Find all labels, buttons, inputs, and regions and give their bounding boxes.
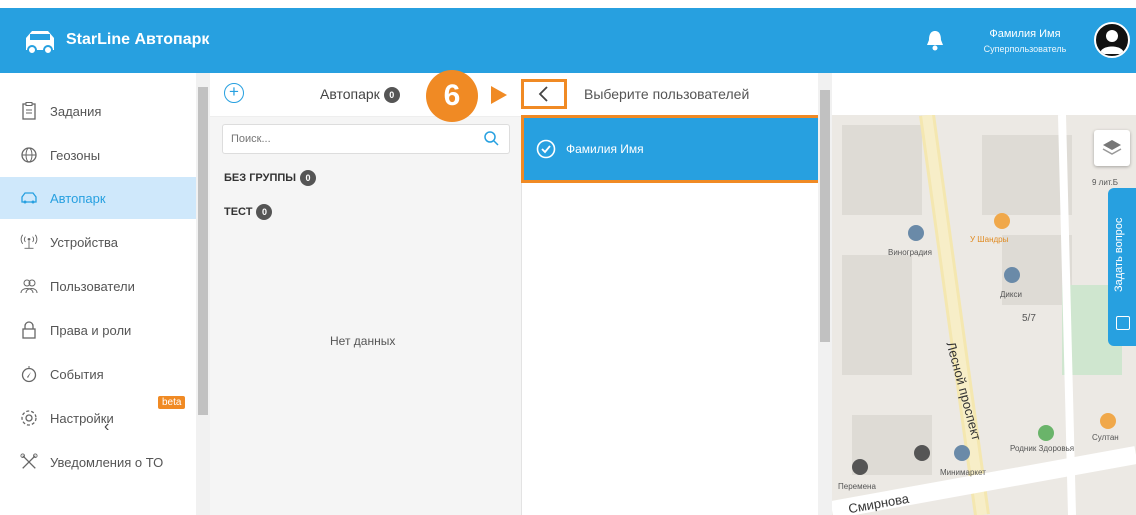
search-icon[interactable] (483, 130, 499, 146)
antenna-icon (20, 233, 38, 251)
tools-icon (20, 453, 38, 471)
users-panel-title: Выберите пользователей (584, 86, 750, 102)
avatar[interactable] (1094, 22, 1130, 58)
map-label: Султан (1092, 433, 1119, 442)
user-silhouette-icon (1100, 30, 1124, 54)
users-scroll-thumb[interactable] (820, 90, 830, 342)
group-row-no-group[interactable]: БЕЗ ГРУППЫ 0 (210, 165, 522, 191)
app-title[interactable]: StarLine Автопарк (66, 31, 209, 49)
expand-icon (1116, 316, 1130, 330)
group-row-test[interactable]: ТЕСТ 0 (210, 199, 522, 225)
sidebar-item-tasks[interactable]: Задания (0, 90, 196, 132)
map-label: У Шандры (970, 235, 1009, 244)
lock-icon (20, 321, 38, 339)
map-tiles (832, 115, 1136, 515)
car-icon (20, 189, 38, 207)
collapse-sidebar-button[interactable]: ‹ (104, 418, 109, 436)
map-label: Минимаркет (940, 468, 986, 477)
bell-icon[interactable] (925, 29, 945, 51)
group-count-badge: 0 (300, 170, 317, 186)
map-label: Перемена (838, 482, 876, 491)
fleet-title-label: Автопарк (320, 86, 380, 102)
sidebar-item-label: Автопарк (50, 190, 106, 206)
sidebar-item-devices[interactable]: Устройства (0, 221, 196, 263)
sidebar-item-label: Пользователи (50, 278, 135, 294)
map-label: 5/7 (1022, 313, 1036, 324)
sidebar-item-geozones[interactable]: Геозоны (0, 134, 196, 176)
users-icon (20, 277, 38, 295)
sidebar-item-label: Уведомления о ТО (50, 454, 164, 470)
globe-icon (20, 146, 38, 164)
search-input[interactable] (222, 124, 510, 154)
add-group-button[interactable]: + (224, 83, 244, 103)
check-circle-icon (536, 139, 556, 159)
group-label: БЕЗ ГРУППЫ (224, 172, 297, 184)
sidebar-item-label: Геозоны (50, 147, 101, 163)
chevron-left-icon (538, 86, 548, 102)
map-label: Виноградия (888, 248, 932, 257)
sidebar-item-users[interactable]: Пользователи (0, 265, 196, 307)
callout-arrow-right (491, 86, 507, 104)
user-list-item-selected[interactable]: Фамилия Имя (521, 115, 821, 183)
sidebar-item-label: Права и роли (50, 322, 132, 338)
sidebar-item-events[interactable]: События (0, 353, 196, 395)
user-role: Суперпользователь (983, 44, 1067, 54)
top-strip (0, 0, 1136, 8)
ask-question-label: Задать вопрос (1113, 217, 1125, 293)
map-view[interactable] (832, 115, 1136, 515)
compass-icon (20, 365, 38, 383)
sidebar-item-fleet[interactable]: Автопарк (0, 177, 196, 219)
user-list-item-label: Фамилия Имя (566, 142, 644, 156)
sidebar-item-label: Устройства (50, 234, 119, 250)
sidebar-item-maintenance[interactable]: Уведомления о ТО (0, 441, 196, 483)
layers-icon (1102, 140, 1122, 155)
fleet-count-badge: 0 (383, 87, 400, 103)
map-label: Родник Здоровья (1010, 444, 1075, 453)
user-name[interactable]: Фамилия Имя (975, 28, 1075, 40)
clipboard-icon (20, 102, 38, 120)
map-label: 9 лит.Б (1092, 178, 1119, 187)
sidebar-item-roles[interactable]: Права и роли (0, 309, 196, 351)
callout-step-back: 6 (426, 70, 478, 122)
sidebar-item-label: События (50, 366, 104, 382)
fleet-panel-title: Автопарк 0 (320, 86, 400, 103)
gear-icon (20, 409, 38, 427)
sidebar-scroll-thumb[interactable] (198, 87, 208, 415)
empty-state-text: Нет данных (330, 334, 396, 348)
group-label: ТЕСТ (224, 206, 253, 218)
sidebar-item-label: Задания (50, 103, 102, 119)
map-label: Дикси (1000, 290, 1022, 299)
beta-badge: beta (158, 396, 186, 409)
layers-button[interactable] (1094, 130, 1130, 166)
back-button[interactable] (521, 79, 567, 109)
group-count-badge: 0 (256, 204, 273, 220)
starline-logo-icon[interactable] (22, 28, 58, 56)
